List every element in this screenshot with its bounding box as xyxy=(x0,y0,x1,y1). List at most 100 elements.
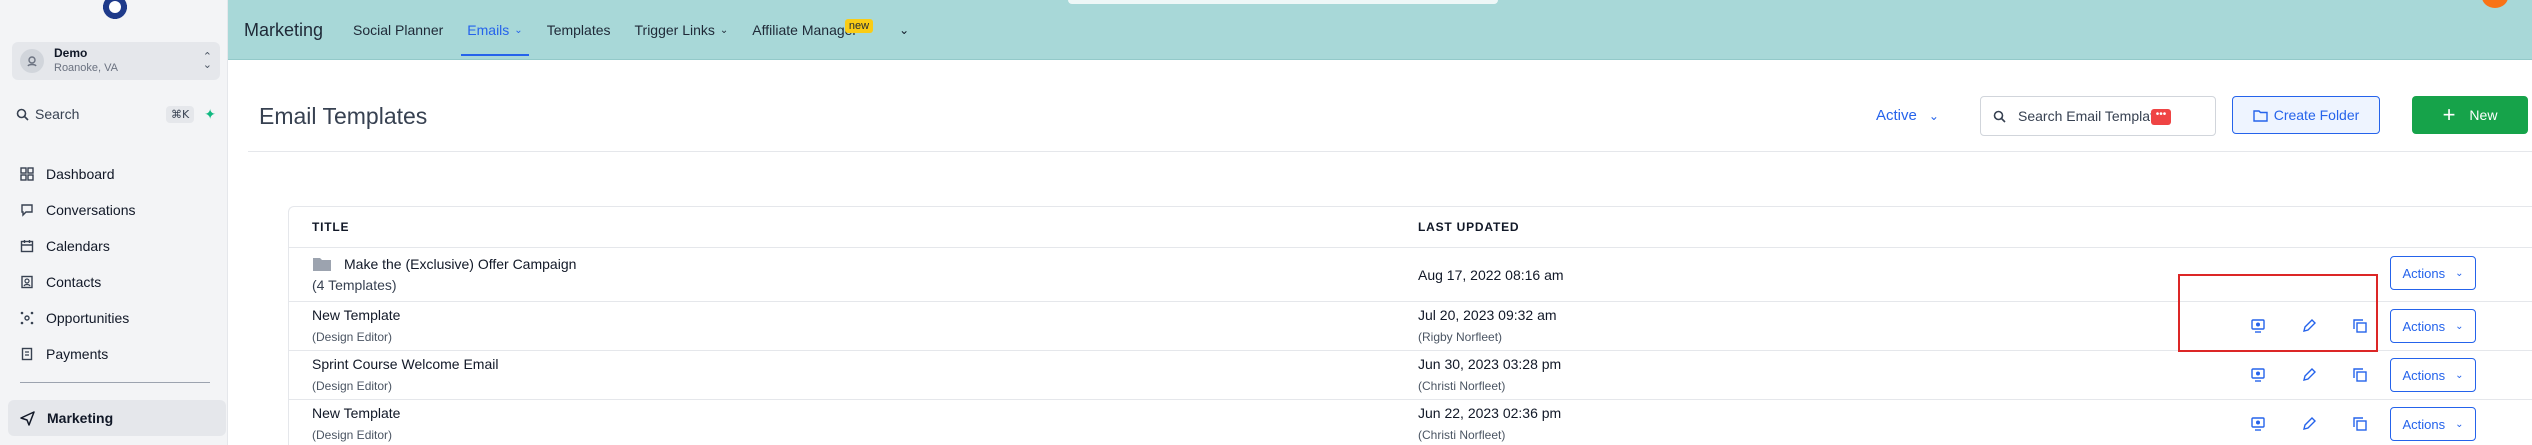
sidebar-item-marketing[interactable]: Marketing xyxy=(8,400,226,436)
status-filter-value: Active xyxy=(1876,107,1917,124)
preview-icon[interactable] xyxy=(2248,365,2268,385)
search-icon xyxy=(1993,110,2006,123)
sidebar: Demo Roanoke, VA ⌃ ⌄ Search ⌘K ✦ Dashboar… xyxy=(0,0,228,445)
tab-social-planner[interactable]: Social Planner xyxy=(353,0,443,60)
template-title[interactable]: New Template xyxy=(312,405,400,421)
tab-label: Trigger Links xyxy=(634,22,715,38)
account-location: Roanoke, VA xyxy=(54,62,119,74)
chevron-down-icon: ⌄ xyxy=(514,24,523,36)
new-template-button[interactable]: + New xyxy=(2412,96,2528,134)
sidebar-item-conversations[interactable]: Conversations xyxy=(20,192,220,228)
create-folder-label: Create Folder xyxy=(2273,107,2360,123)
search-shortcut: ⌘K xyxy=(166,105,195,123)
tab-affiliate-manager[interactable]: Affiliate Manager new xyxy=(752,0,874,60)
global-search-bar[interactable] xyxy=(1068,0,1498,4)
status-filter-dropdown[interactable]: Active ⌄ xyxy=(1876,107,1939,124)
chevron-down-icon: ⌄ xyxy=(2455,267,2464,279)
create-folder-button[interactable]: Create Folder xyxy=(2232,96,2380,134)
dashboard-icon xyxy=(20,167,34,181)
template-editor-type: (Design Editor) xyxy=(312,379,393,393)
tab-emails[interactable]: Emails ⌄ xyxy=(461,0,530,60)
column-header-title: TITLE xyxy=(312,220,350,234)
top-navigation-bar: Marketing Social Planner Emails ⌄ Templat… xyxy=(228,0,2532,60)
top-tabs: Social Planner Emails ⌄ Templates Trigger… xyxy=(353,0,909,60)
location-icon xyxy=(20,49,44,73)
tab-trigger-links[interactable]: Trigger Links ⌄ xyxy=(635,0,729,60)
template-editor-type: (Design Editor) xyxy=(312,428,393,442)
sidebar-item-payments[interactable]: Payments xyxy=(20,336,220,372)
preview-icon[interactable] xyxy=(2248,414,2268,434)
chevron-down-icon: ⌄ xyxy=(2455,418,2464,430)
account-name: Demo xyxy=(54,46,88,60)
more-tabs-chevron-icon[interactable]: ⌄ xyxy=(899,0,909,60)
search-icon xyxy=(16,108,29,121)
template-updated-by: (Christi Norfleet) xyxy=(1418,428,1506,442)
opportunities-icon xyxy=(20,311,34,325)
chevron-down-icon: ⌄ xyxy=(719,24,729,36)
actions-label: Actions xyxy=(2402,318,2446,334)
chevron-down-icon: ⌄ xyxy=(2455,369,2464,381)
actions-button[interactable]: Actions ⌄ xyxy=(2390,358,2476,392)
plus-icon: + xyxy=(2442,102,2456,127)
duplicate-icon[interactable] xyxy=(2350,365,2370,385)
folder-last-updated: Aug 17, 2022 08:16 am xyxy=(1418,267,1564,283)
template-updated-by: (Rigby Norfleet) xyxy=(1418,330,1503,344)
more-dots-icon[interactable]: ••• xyxy=(2151,109,2171,125)
header-divider xyxy=(248,151,2532,152)
sidebar-item-label: Opportunities xyxy=(46,310,130,326)
row-divider xyxy=(289,399,2532,400)
edit-icon[interactable] xyxy=(2299,414,2319,434)
page-title: Email Templates xyxy=(259,103,428,129)
sparkle-icon[interactable]: ✦ xyxy=(204,106,216,123)
payments-icon xyxy=(21,347,33,361)
actions-label: Actions xyxy=(2402,416,2446,432)
tab-label: Emails xyxy=(467,22,510,38)
highlight-box xyxy=(2178,274,2378,352)
actions-button[interactable]: Actions ⌄ xyxy=(2390,407,2476,441)
row-divider xyxy=(289,247,2532,248)
template-last-updated: Jun 30, 2023 03:28 pm xyxy=(1418,356,1562,372)
sidebar-search[interactable]: Search ⌘K ✦ xyxy=(16,103,216,125)
edit-icon[interactable] xyxy=(2299,365,2319,385)
actions-button[interactable]: Actions ⌄ xyxy=(2390,309,2476,343)
calendar-icon xyxy=(20,240,34,253)
sidebar-item-dashboard[interactable]: Dashboard xyxy=(20,156,220,192)
account-switcher[interactable]: Demo Roanoke, VA ⌃ ⌄ xyxy=(12,42,220,80)
template-title[interactable]: New Template xyxy=(312,307,400,323)
template-editor-type: (Design Editor) xyxy=(312,330,393,344)
folder-icon xyxy=(313,258,331,271)
column-header-last-updated: LAST UPDATED xyxy=(1418,220,1520,234)
search-placeholder: Search Email Templates xyxy=(2018,108,2169,124)
chevron-updown-icon: ⌃ ⌄ xyxy=(202,51,212,71)
template-updated-by: (Christi Norfleet) xyxy=(1418,379,1506,393)
user-avatar[interactable] xyxy=(2482,0,2508,8)
sidebar-item-contacts[interactable]: Contacts xyxy=(20,264,220,300)
template-last-updated: Jul 20, 2023 09:32 am xyxy=(1418,307,1557,323)
new-badge: new xyxy=(844,19,874,33)
contacts-icon xyxy=(21,275,33,289)
logo-icon xyxy=(103,0,127,19)
section-title: Marketing xyxy=(244,20,324,40)
chat-icon xyxy=(21,204,33,217)
actions-label: Actions xyxy=(2402,265,2446,281)
sidebar-item-label: Conversations xyxy=(46,202,136,218)
tab-label: Affiliate Manager xyxy=(752,22,858,38)
tab-label: Social Planner xyxy=(353,22,444,38)
sidebar-item-label: Payments xyxy=(46,346,109,362)
folder-icon xyxy=(2253,109,2268,122)
duplicate-icon[interactable] xyxy=(2350,414,2370,434)
sidebar-item-label: Contacts xyxy=(46,274,102,290)
folder-template-count: (4 Templates) xyxy=(312,277,397,293)
sidebar-item-label: Calendars xyxy=(46,238,110,254)
template-title[interactable]: Sprint Course Welcome Email xyxy=(312,356,498,372)
sidebar-item-calendars[interactable]: Calendars xyxy=(20,228,220,264)
template-search-input[interactable]: Search Email Templates ••• xyxy=(1980,96,2216,136)
tab-templates[interactable]: Templates xyxy=(547,0,611,60)
sidebar-divider xyxy=(20,382,210,383)
sidebar-item-label: Marketing xyxy=(47,410,114,426)
new-button-label: New xyxy=(2469,107,2498,123)
sidebar-item-opportunities[interactable]: Opportunities xyxy=(20,300,220,336)
folder-name[interactable]: Make the (Exclusive) Offer Campaign xyxy=(344,256,576,272)
chevron-down-icon: ⌄ xyxy=(1928,108,1939,123)
actions-button[interactable]: Actions ⌄ xyxy=(2390,256,2476,290)
